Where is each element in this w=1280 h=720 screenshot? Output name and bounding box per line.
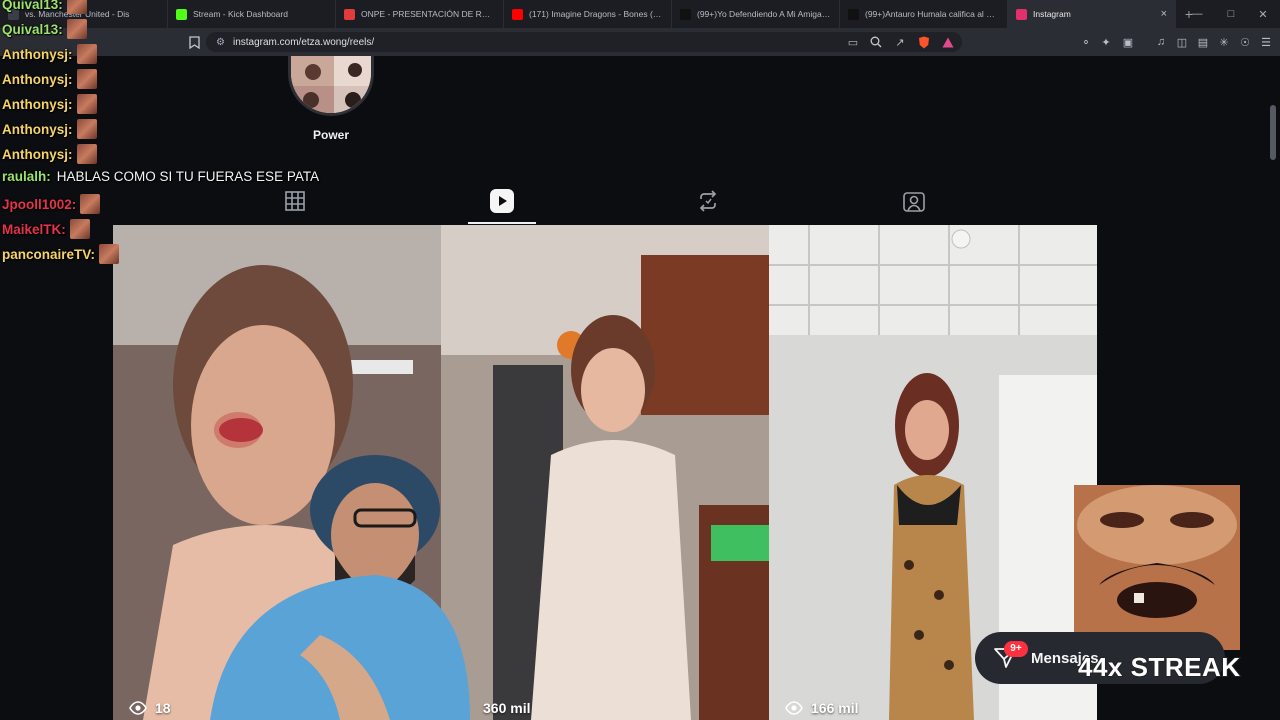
chat-emote-icon [76, 44, 97, 64]
streak-overlay-text: 44x STREAK [1077, 651, 1241, 683]
reel-thumbnail[interactable]: 360 mil [441, 225, 769, 720]
chat-message: Jpooll1002: [2, 194, 101, 214]
tiktok-icon [680, 8, 691, 20]
active-tab-indicator [468, 222, 536, 224]
chat-username: raulalh: [2, 169, 51, 184]
chat-username: Anthonysj: [2, 71, 73, 87]
view-count-text: 360 mil [483, 700, 531, 716]
eye-icon [129, 701, 147, 715]
chat-message: Quival13: [2, 19, 87, 39]
zoom-icon[interactable] [868, 34, 884, 50]
chat-emote-icon [76, 119, 97, 139]
chat-username: Anthonysj: [2, 146, 73, 162]
reposts-icon [699, 190, 717, 212]
chat-username: panconaireTV: [2, 246, 96, 262]
chat-message: panconaireTV: [2, 244, 120, 264]
brave-shield-icon[interactable] [916, 34, 932, 50]
leo-ai-icon[interactable]: ✳ [1216, 34, 1232, 50]
puzzle-icon[interactable]: ✦ [1098, 34, 1114, 50]
chat-emote-icon [69, 219, 90, 239]
tab-title: (171) Imagine Dragons - Bones (Offi [529, 9, 663, 19]
menu-icon[interactable]: ☰ [1258, 34, 1274, 50]
tagged-tab[interactable] [901, 188, 927, 214]
chat-emote-icon [66, 0, 87, 14]
close-tab-icon[interactable]: × [1161, 8, 1167, 20]
chat-message: Anthonysj: [2, 119, 97, 139]
unread-badge: 9+ [1004, 641, 1028, 657]
chat-message: raulalh: HABLAS COMO SI TU FUERAS ESE PAT… [2, 169, 319, 184]
wallet-icon[interactable]: ▤ [1195, 34, 1211, 50]
tagged-icon [903, 192, 925, 212]
eye-icon [785, 701, 803, 715]
chat-message: Anthonysj: [2, 44, 97, 64]
chat-username: Anthonysj: [2, 96, 73, 112]
chat-emote-icon [80, 194, 101, 214]
media-icon[interactable]: ♫ [1153, 34, 1169, 50]
reel-view-count: 360 mil [483, 700, 530, 716]
brave-rewards-icon[interactable] [940, 34, 956, 50]
tab-title: (99+)Yo Defendiendo A Mi Amiga: L [697, 9, 831, 19]
chat-message: Anthonysj: [2, 144, 97, 164]
browser-tab[interactable]: (99+)Antauro Humala califica al exp [840, 0, 1008, 28]
browser-tab[interactable]: (171) Imagine Dragons - Bones (Offi [504, 0, 672, 28]
chat-emote-icon [66, 19, 87, 39]
chat-username: MaikelTK: [2, 221, 66, 237]
install-app-icon[interactable]: ▭ [845, 34, 861, 50]
chat-username: Anthonysj: [2, 46, 73, 62]
sidebar-icon[interactable]: ◫ [1174, 34, 1190, 50]
chat-message: MaikelTK: [2, 219, 90, 239]
chat-message: Quival13: [2, 0, 87, 14]
reels-tab[interactable] [489, 188, 515, 214]
tab-title: (99+)Antauro Humala califica al exp [865, 9, 999, 19]
streamer-webcam [170, 455, 470, 720]
chat-emote-icon [76, 94, 97, 114]
meme-overlay-image [1074, 485, 1240, 650]
reel-view-count: 166 mil [785, 700, 858, 716]
tab-title: ONPE - PRESENTACIÓN DE RESULTA [361, 9, 495, 19]
stream-chat-overlay: Quival13: Quival13: Anthonysj: Anthonysj: An… [0, 0, 320, 270]
tab-title: Instagram [1033, 9, 1071, 19]
minimize-icon[interactable]: — [1180, 0, 1214, 28]
scrollbar[interactable] [1270, 105, 1276, 160]
view-count-text: 18 [155, 700, 171, 716]
maximize-icon[interactable]: □ [1214, 0, 1248, 28]
chat-username: Quival13: [2, 0, 63, 12]
reels-icon [490, 189, 514, 213]
chat-emote-icon [99, 244, 120, 264]
chat-text: HABLAS COMO SI TU FUERAS ESE PATA [56, 169, 320, 184]
chat-emote-icon [76, 69, 97, 89]
youtube-icon [512, 8, 523, 20]
extension-icon[interactable]: ⚬ [1078, 34, 1094, 50]
screenshot-icon[interactable]: ▣ [1120, 34, 1136, 50]
chat-username: Anthonysj: [2, 121, 73, 137]
chat-message: Anthonysj: [2, 94, 97, 114]
browser-tab[interactable]: ONPE - PRESENTACIÓN DE RESULTA [336, 0, 504, 28]
view-count-text: 166 mil [811, 700, 859, 716]
close-window-icon[interactable]: ✕ [1246, 0, 1280, 28]
chat-username: Quival13: [2, 21, 63, 37]
vpn-icon[interactable]: ☉ [1237, 34, 1253, 50]
reposts-tab[interactable] [695, 188, 721, 214]
browser-tab[interactable]: Instagram × [1008, 0, 1176, 28]
tiktok-icon [848, 8, 859, 20]
reel-view-count: 18 [129, 700, 171, 716]
chat-emote-icon [76, 144, 97, 164]
chat-username: Jpooll1002: [2, 196, 77, 212]
chat-message: Anthonysj: [2, 69, 97, 89]
browser-tab[interactable]: (99+)Yo Defendiendo A Mi Amiga: L [672, 0, 840, 28]
doc-icon [344, 8, 355, 20]
instagram-icon [1016, 8, 1027, 20]
share-icon[interactable]: ↗ [892, 34, 908, 50]
